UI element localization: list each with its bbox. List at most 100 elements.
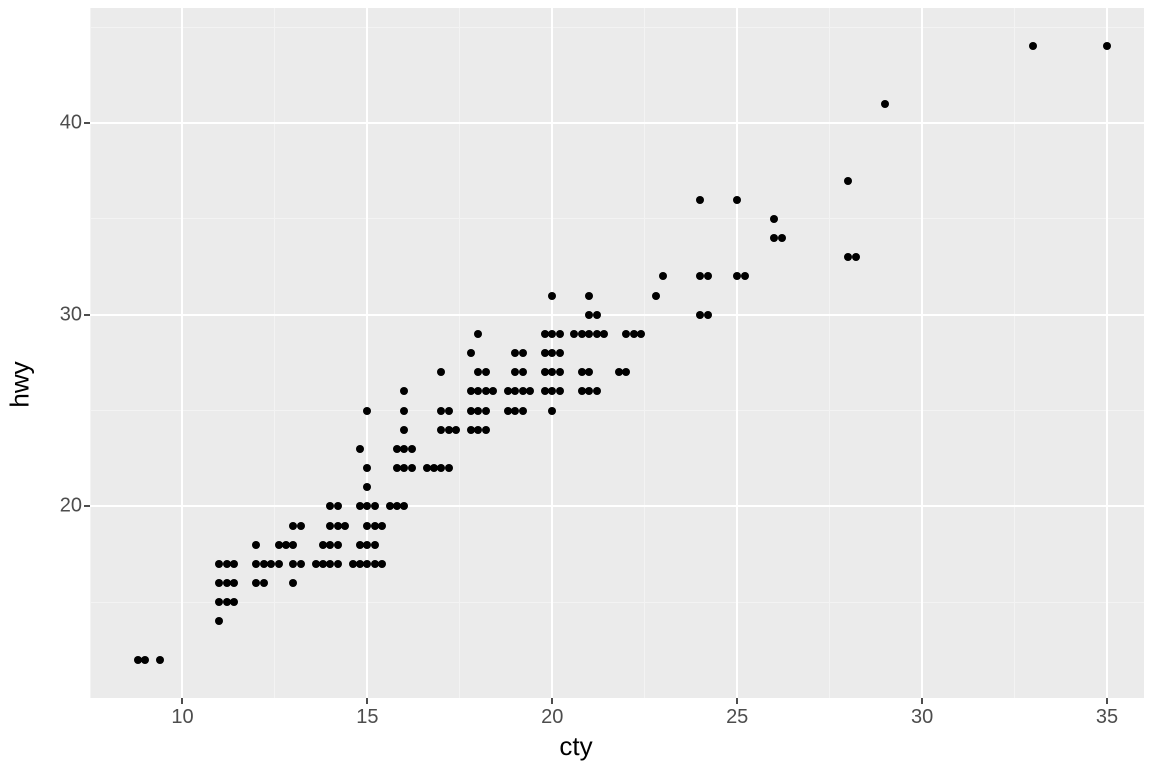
data-point (230, 579, 238, 587)
grid-minor-v (644, 8, 645, 698)
data-point (215, 617, 223, 625)
plot-panel (90, 8, 1144, 698)
data-point (600, 330, 608, 338)
y-axis-title: hwy (6, 0, 34, 768)
data-point (289, 579, 297, 587)
data-point (704, 311, 712, 319)
data-point (400, 387, 408, 395)
grid-major-v (736, 8, 738, 698)
data-point (260, 579, 268, 587)
data-point (585, 292, 593, 300)
grid-minor-h (90, 410, 1144, 411)
data-point (556, 387, 564, 395)
data-point (363, 464, 371, 472)
data-point (741, 272, 749, 280)
x-axis-title: cty (0, 731, 1152, 762)
data-point (482, 426, 490, 434)
data-point (593, 387, 601, 395)
data-point (445, 407, 453, 415)
x-tick-label: 15 (356, 706, 378, 729)
data-point (437, 368, 445, 376)
y-tick (84, 314, 90, 316)
data-point (593, 311, 601, 319)
grid-major-v (366, 8, 368, 698)
data-point (334, 541, 342, 549)
data-point (252, 541, 260, 549)
data-point (519, 349, 527, 357)
x-tick-label: 10 (171, 706, 193, 729)
x-tick (921, 698, 923, 704)
x-tick-label: 35 (1096, 706, 1118, 729)
data-point (482, 368, 490, 376)
data-point (230, 598, 238, 606)
grid-major-h (90, 122, 1144, 124)
y-tick-label: 40 (54, 112, 82, 135)
data-point (696, 272, 704, 280)
data-point (452, 426, 460, 434)
data-point (400, 426, 408, 434)
data-point (556, 330, 564, 338)
grid-minor-v (90, 8, 91, 698)
data-point (363, 407, 371, 415)
data-point (704, 272, 712, 280)
x-tick-label: 25 (726, 706, 748, 729)
data-point (156, 656, 164, 664)
data-point (408, 464, 416, 472)
x-tick (1106, 698, 1108, 704)
data-point (363, 483, 371, 491)
y-tick (84, 122, 90, 124)
data-point (400, 502, 408, 510)
data-point (297, 522, 305, 530)
data-point (770, 234, 778, 242)
data-point (334, 502, 342, 510)
data-point (844, 253, 852, 261)
data-point (482, 407, 490, 415)
data-point (289, 541, 297, 549)
data-point (356, 445, 364, 453)
data-point (637, 330, 645, 338)
data-point (400, 407, 408, 415)
grid-major-h (90, 314, 1144, 316)
grid-minor-h (90, 27, 1144, 28)
data-point (408, 445, 416, 453)
grid-major-v (181, 8, 183, 698)
data-point (371, 502, 379, 510)
y-tick-label: 20 (54, 495, 82, 518)
data-point (548, 292, 556, 300)
data-point (652, 292, 660, 300)
x-tick (736, 698, 738, 704)
data-point (778, 234, 786, 242)
data-point (733, 272, 741, 280)
data-point (622, 368, 630, 376)
x-tick-label: 20 (541, 706, 563, 729)
y-tick (84, 505, 90, 507)
data-point (1029, 42, 1037, 50)
grid-major-v (1106, 8, 1108, 698)
grid-minor-v (274, 8, 275, 698)
data-point (526, 387, 534, 395)
grid-minor-h (90, 602, 1144, 603)
x-tick-label: 30 (911, 706, 933, 729)
data-point (770, 215, 778, 223)
data-point (371, 541, 379, 549)
grid-minor-v (829, 8, 830, 698)
data-point (341, 522, 349, 530)
data-point (275, 560, 283, 568)
data-point (474, 330, 482, 338)
data-point (489, 387, 497, 395)
x-tick (366, 698, 368, 704)
grid-minor-h (90, 218, 1144, 219)
data-point (881, 100, 889, 108)
data-point (548, 407, 556, 415)
data-point (378, 560, 386, 568)
data-point (852, 253, 860, 261)
data-point (585, 368, 593, 376)
data-point (297, 560, 305, 568)
data-point (556, 368, 564, 376)
data-point (733, 196, 741, 204)
data-point (334, 560, 342, 568)
data-point (659, 272, 667, 280)
data-point (1103, 42, 1111, 50)
data-point (696, 196, 704, 204)
chart-container: hwy cty 101520253035203040 (0, 0, 1152, 768)
